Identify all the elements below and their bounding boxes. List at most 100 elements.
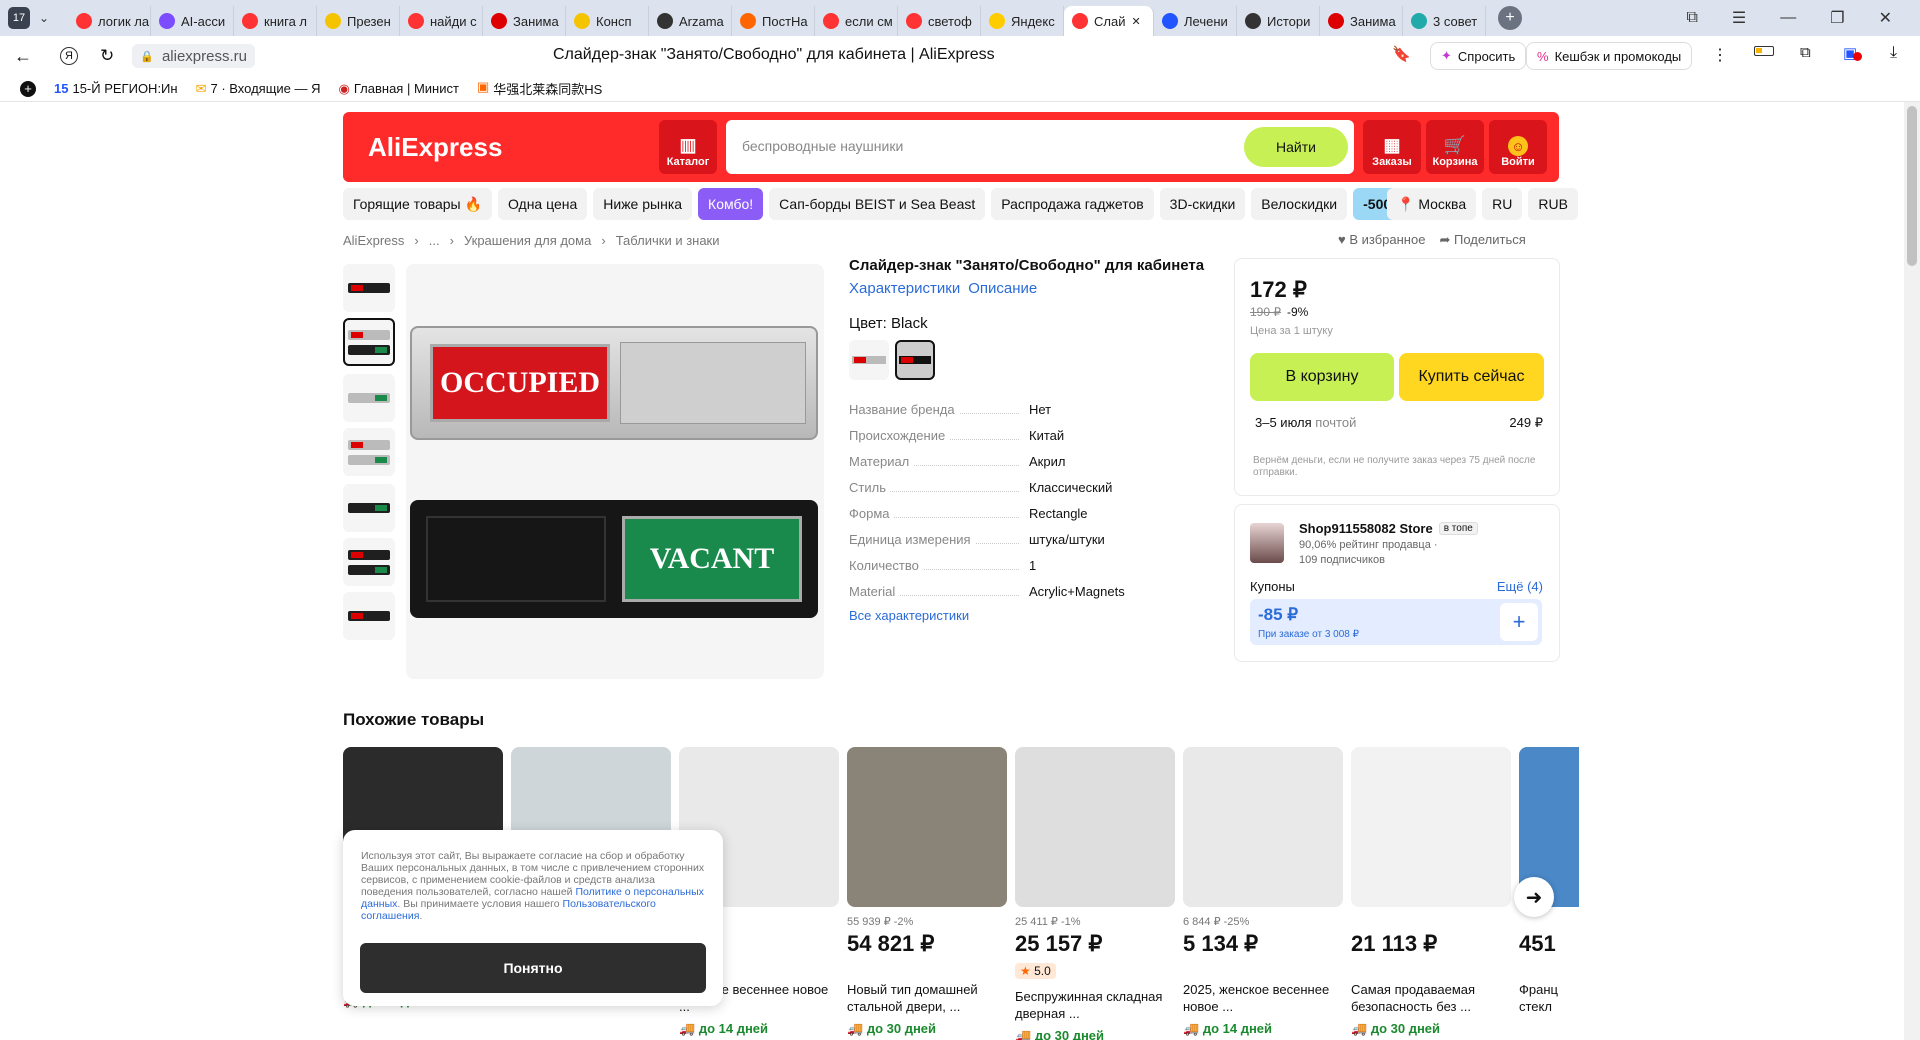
back-icon[interactable]: ← [14, 46, 32, 67]
city-selector[interactable]: 📍 Москва [1387, 188, 1477, 220]
category-chip[interactable]: Распродажа гаджетов [991, 188, 1154, 220]
product-card[interactable]: 6 844 ₽ -25% 5 134 ₽ 2025, женское весенне… [1183, 747, 1343, 1037]
product-name[interactable]: 2025, женское весеннее новое ... [1183, 981, 1343, 1015]
aliexpress-logo[interactable]: AliExpress [368, 132, 502, 163]
tab-counter[interactable]: 17 [8, 7, 30, 29]
reload-icon[interactable]: ↻ [100, 46, 114, 66]
login-button[interactable]: ☺ Войти [1489, 120, 1547, 174]
product-name[interactable]: Беспружинная складная дверная ... [1015, 988, 1175, 1022]
description-link[interactable]: Описание [968, 280, 1037, 297]
breadcrumb-item[interactable]: AliExpress [343, 233, 404, 248]
category-chip[interactable]: Велоскидки [1251, 188, 1348, 220]
browser-tab[interactable]: Консп [566, 6, 649, 36]
more-icon[interactable]: ⋮ [1712, 45, 1728, 65]
product-card[interactable]: 25 411 ₽ -1% 25 157 ₽ ★ 5.0 Беспружинная ск… [1015, 747, 1175, 1040]
product-image[interactable] [1183, 747, 1343, 907]
browser-tab[interactable]: Лечени [1154, 6, 1237, 36]
yandex-logo-icon[interactable]: Я [60, 47, 78, 65]
tabs-menu-chevron-icon[interactable]: ⌄ [30, 11, 58, 25]
product-name[interactable]: Франц стекл [1519, 981, 1579, 1015]
new-tab-button[interactable]: + [1498, 6, 1522, 30]
add-coupon-button[interactable]: + [1500, 603, 1538, 641]
find-button[interactable]: Найти [1244, 127, 1348, 167]
browser-tab[interactable]: логик ла [68, 6, 151, 36]
bookmark-item[interactable]: ▣ 华强北莱森同款HS [477, 79, 602, 98]
translate-icon[interactable]: ⧉ [1800, 44, 1811, 61]
bookmark-item[interactable]: ◉ Главная | Минист [339, 81, 459, 97]
browser-tab[interactable]: найди с [400, 6, 483, 36]
battery-icon[interactable] [1754, 46, 1774, 56]
catalog-button[interactable]: ▥ Каталог [659, 120, 717, 174]
buy-now-button[interactable]: Купить сейчас [1399, 353, 1544, 401]
more-coupons-link[interactable]: Ещё (4) [1497, 579, 1543, 594]
category-chip[interactable]: Комбо! [698, 188, 764, 220]
browser-tab[interactable]: Занима [1320, 6, 1403, 36]
thumbnail[interactable] [343, 374, 395, 422]
breadcrumb-item[interactable]: Украшения для дома [464, 233, 591, 248]
browser-tab[interactable]: Arzama [649, 6, 732, 36]
close-tab-icon[interactable]: ✕ [1131, 15, 1140, 28]
add-bookmark-icon[interactable]: + [20, 80, 36, 97]
product-image[interactable] [1015, 747, 1175, 907]
download-icon[interactable]: ⤓ [1890, 44, 1897, 62]
thumbnail-selected[interactable] [343, 318, 395, 366]
favorite-button[interactable]: ♥ В избранное [1338, 232, 1425, 248]
browser-tab[interactable]: Слай ✕ [1064, 6, 1154, 36]
color-option-silver[interactable] [849, 340, 889, 380]
product-name[interactable]: Новый тип домашней стальной двери, ... [847, 981, 1007, 1015]
thumbnail[interactable] [343, 264, 395, 312]
browser-tab[interactable]: ПостНа [732, 6, 815, 36]
orders-button[interactable]: ▦ Заказы [1363, 120, 1421, 174]
minimize-icon[interactable]: — [1780, 9, 1796, 27]
browser-tab[interactable]: Яндекс [981, 6, 1064, 36]
ask-button[interactable]: ✦ Спросить [1430, 42, 1527, 70]
product-image[interactable] [847, 747, 1007, 907]
category-chip[interactable]: Сап-борды BEIST и Sea Beast [769, 188, 986, 220]
extension-icon[interactable]: ▣ [1843, 44, 1862, 62]
cashback-button[interactable]: % Кешбэк и промокоды [1526, 42, 1693, 70]
browser-tab[interactable]: книга л [234, 6, 317, 36]
browser-tab[interactable]: Занима [483, 6, 566, 36]
url-field[interactable]: 🔒 aliexpress.ru [132, 44, 255, 68]
share-button[interactable]: ➦ Поделиться [1439, 232, 1525, 248]
breadcrumb-item[interactable]: Таблички и знаки [616, 233, 720, 248]
thumbnail[interactable] [343, 428, 395, 476]
bookmark-item[interactable]: 15 15-Й РЕГИОН:Ин [54, 81, 178, 96]
close-window-icon[interactable]: ✕ [1879, 8, 1892, 28]
restore-icon[interactable]: ❐ [1830, 8, 1844, 28]
browser-tab[interactable]: если см [815, 6, 898, 36]
browser-tab[interactable]: 3 совет [1403, 6, 1486, 36]
language-selector[interactable]: RU [1482, 188, 1523, 220]
search-input[interactable]: беспроводные наушники [742, 138, 903, 154]
bookmark-icon[interactable]: 🔖 [1392, 45, 1411, 63]
thumbnail[interactable] [343, 592, 395, 640]
thumbnail[interactable] [343, 538, 395, 586]
store-name[interactable]: Shop911558082 Store [1299, 521, 1433, 536]
category-chip[interactable]: Ниже рынка [593, 188, 693, 220]
product-name[interactable]: Самая продаваемая безопасность без ... [1351, 981, 1511, 1015]
browser-tab[interactable]: светоф [898, 6, 981, 36]
store-avatar[interactable] [1250, 523, 1284, 563]
thumbnail[interactable] [343, 484, 395, 532]
product-card[interactable]: 21 113 ₽ Самая продаваемая безопасность б… [1351, 747, 1511, 1037]
accept-cookies-button[interactable]: Понятно [360, 943, 706, 993]
next-arrow-button[interactable]: ➜ [1514, 877, 1554, 917]
specs-link[interactable]: Характеристики [849, 280, 960, 297]
category-chip[interactable]: 3D-скидки [1159, 188, 1246, 220]
breadcrumb-item[interactable]: ... [429, 233, 440, 248]
all-specs-link[interactable]: Все характеристики [849, 608, 1219, 623]
product-card[interactable]: 55 939 ₽ -2% 54 821 ₽ Новый тип домашней с… [847, 747, 1007, 1037]
menu-icon[interactable]: ☰ [1732, 8, 1746, 28]
product-image[interactable] [1351, 747, 1511, 907]
category-chip[interactable]: Одна цена [497, 188, 588, 220]
product-main-image[interactable]: OCCUPIED VACANT [406, 264, 824, 679]
category-chip[interactable]: Горящие товары 🔥 [343, 188, 492, 220]
bookmark-item[interactable]: ✉ 7 · Входящие — Я [196, 81, 321, 97]
collections-icon[interactable]: ⧉ [1686, 9, 1697, 27]
add-to-cart-button[interactable]: В корзину [1250, 353, 1394, 401]
browser-tab[interactable]: AI-асси [151, 6, 234, 36]
page-scrollbar[interactable] [1904, 102, 1920, 1040]
cart-button[interactable]: 🛒 Корзина [1426, 120, 1484, 174]
browser-tab[interactable]: Презен [317, 6, 400, 36]
browser-tab[interactable]: Истори [1237, 6, 1320, 36]
